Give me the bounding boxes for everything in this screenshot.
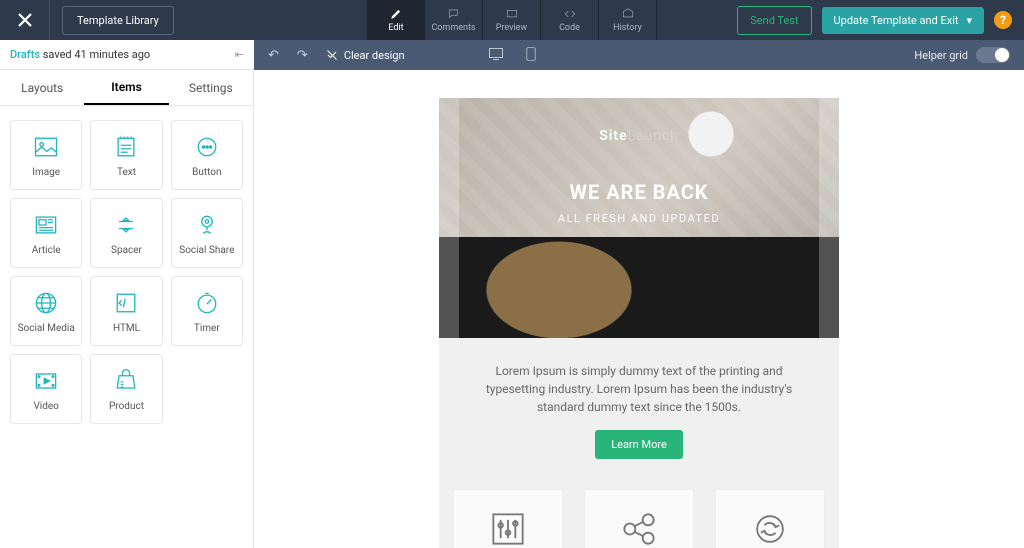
product-icon [112,367,140,395]
tab-history-label: History [613,23,642,33]
desktop-device-button[interactable] [488,46,504,65]
tab-preview[interactable]: Preview [483,0,541,40]
item-label: Article [32,245,61,256]
tab-comments-label: Comments [431,23,475,33]
article-icon [32,211,60,239]
item-spacer[interactable]: Spacer [90,198,162,268]
item-image[interactable]: Image [10,120,82,190]
clear-design-label: Clear design [344,49,405,62]
clear-icon [326,49,338,61]
topbar-right: Send Test Update Template and Exit ▾ ? [737,6,1024,35]
tab-code[interactable]: Code [541,0,599,40]
item-label: Button [192,167,221,178]
items-grid: Image Text Button Article Spacer Social … [0,106,253,438]
item-label: Text [117,167,136,178]
close-button[interactable] [0,0,50,40]
comments-icon [447,7,461,21]
history-icon [621,7,635,21]
feature-box-1[interactable] [453,489,563,548]
tab-comments[interactable]: Comments [425,0,483,40]
sidebar-tabs: Layouts Items Settings [0,70,253,106]
social-media-icon [32,289,60,317]
collapse-sidebar-button[interactable]: ⇤ [235,48,244,61]
canvas[interactable]: SiteLaunch WE ARE BACK ALL FRESH AND UPD… [254,70,1024,548]
item-timer[interactable]: Timer [171,276,243,346]
redo-button[interactable]: ↷ [297,48,308,63]
saved-time: saved 41 minutes ago [40,48,150,61]
item-video[interactable]: Video [10,354,82,424]
drafts-label: Drafts [10,48,40,61]
tab-settings[interactable]: Settings [169,70,253,105]
item-label: Social Media [18,323,75,334]
item-html[interactable]: HTML [90,276,162,346]
item-label: Timer [194,323,220,334]
draft-status-bar: Drafts saved 41 minutes ago ⇤ [0,40,254,70]
undo-button[interactable]: ↶ [268,48,279,63]
sidebar: Layouts Items Settings Image Text Button… [0,70,254,548]
image-icon [32,133,60,161]
item-label: Social Share [179,245,234,256]
helper-grid-label: Helper grid [914,49,968,62]
item-label: Video [33,401,58,412]
refresh-icon [748,507,792,548]
timer-icon [193,289,221,317]
send-test-button[interactable]: Send Test [737,6,811,35]
helper-grid-control: Helper grid [914,47,1010,63]
hero-title: WE ARE BACK [569,180,708,204]
item-label: Product [109,401,144,412]
social-share-icon [193,211,221,239]
template-library-button[interactable]: Template Library [62,6,174,35]
code-icon [563,7,577,21]
item-product[interactable]: Product [90,354,162,424]
tab-layouts[interactable]: Layouts [0,70,84,105]
mobile-icon [526,47,536,61]
video-icon [32,367,60,395]
spacer-icon [112,211,140,239]
chevron-down-icon: ▾ [966,14,972,27]
subbar: Drafts saved 41 minutes ago ⇤ ↶ ↷ Clear … [0,40,1024,70]
item-label: Spacer [111,245,142,256]
item-article[interactable]: Article [10,198,82,268]
tab-code-label: Code [559,23,580,33]
preview-icon [505,7,519,21]
email-template[interactable]: SiteLaunch WE ARE BACK ALL FRESH AND UPD… [439,98,839,548]
desktop-icon [488,47,504,61]
tab-items[interactable]: Items [84,70,168,105]
cta-button[interactable]: Learn More [595,430,683,459]
text-icon [112,133,140,161]
update-template-button[interactable]: Update Template and Exit ▾ [822,7,984,34]
device-toggle [488,46,536,65]
feature-box-3[interactable] [715,489,825,548]
item-button[interactable]: Button [171,120,243,190]
item-label: Image [32,167,60,178]
clear-design-button[interactable]: Clear design [326,49,405,62]
topbar-tabs: Edit Comments Preview Code History [367,0,657,40]
button-icon [193,133,221,161]
helper-grid-toggle[interactable] [976,47,1010,63]
mobile-device-button[interactable] [526,46,536,65]
sliders-icon [486,507,530,548]
feature-icons-row[interactable] [439,479,839,548]
item-social-share[interactable]: Social Share [171,198,243,268]
share-icon [617,507,661,548]
hero-subtitle: ALL FRESH AND UPDATED [558,212,720,225]
edit-icon [389,7,403,21]
item-social-media[interactable]: Social Media [10,276,82,346]
brand-logo: SiteLaunch [599,128,679,144]
topbar: Template Library Edit Comments Preview C… [0,0,1024,40]
tab-edit[interactable]: Edit [367,0,425,40]
item-label: HTML [113,323,140,334]
body-text[interactable]: Lorem Ipsum is simply dummy text of the … [439,338,839,430]
help-button[interactable]: ? [994,11,1012,29]
update-template-label: Update Template and Exit [834,14,959,27]
tab-history[interactable]: History [599,0,657,40]
tab-edit-label: Edit [388,23,403,33]
item-text[interactable]: Text [90,120,162,190]
feature-box-2[interactable] [584,489,694,548]
tab-preview-label: Preview [496,23,527,33]
html-icon [112,289,140,317]
sub-actions: ↶ ↷ Clear design [268,48,405,63]
hero-section[interactable]: SiteLaunch WE ARE BACK ALL FRESH AND UPD… [439,98,839,338]
close-icon [16,11,34,29]
